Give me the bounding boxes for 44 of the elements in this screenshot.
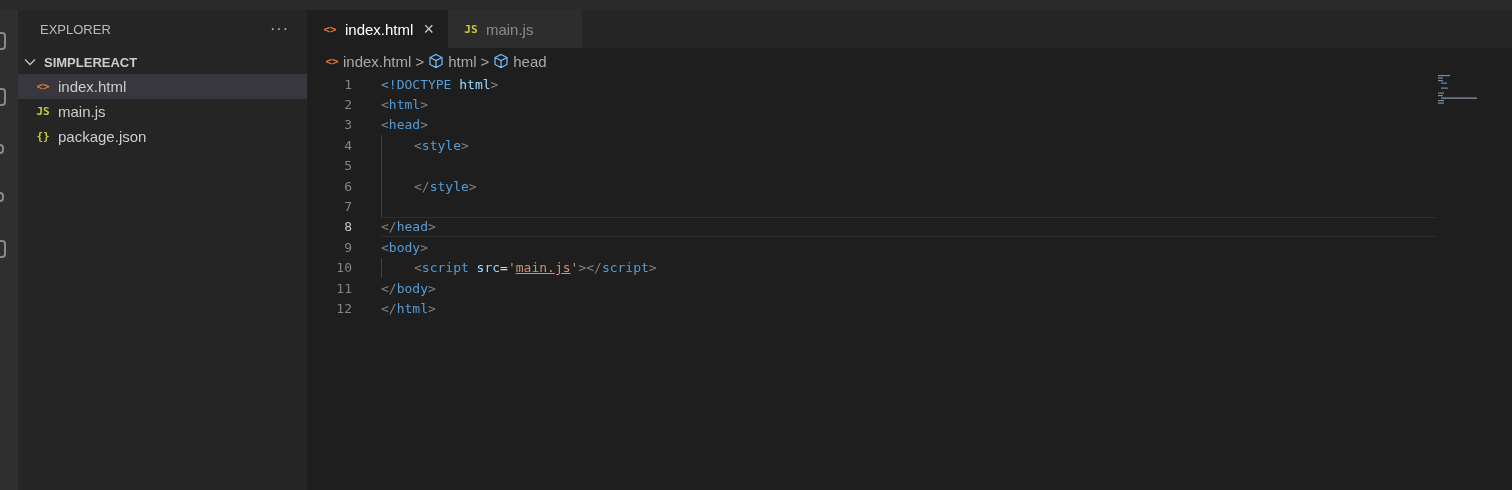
cube-icon: [428, 53, 445, 69]
file-item[interactable]: {} package.json: [18, 124, 307, 149]
code-line: </style>: [414, 178, 477, 194]
breadcrumb-separator: >: [480, 52, 490, 70]
breadcrumb-item[interactable]: head: [493, 52, 547, 70]
code-line: </head>: [381, 219, 436, 235]
panel-title: EXPLORER: [40, 21, 111, 37]
editor-tab[interactable]: <> index.html ×: [307, 10, 448, 48]
line-number: 10: [335, 260, 352, 276]
file-item[interactable]: JS main.js: [18, 99, 307, 124]
line-number: 2: [343, 97, 352, 113]
code-line: <body>: [381, 239, 428, 255]
code-line: <!DOCTYPE html>: [381, 76, 499, 92]
line-number: 3: [343, 117, 352, 133]
line-number: 9: [343, 239, 352, 255]
cropped-icon[interactable]: [0, 144, 4, 154]
line-number: 11: [335, 280, 352, 296]
line-number: 12: [335, 301, 352, 316]
cropped-icon[interactable]: [0, 88, 6, 106]
breadcrumb-separator: >: [415, 52, 425, 70]
cropped-icon[interactable]: [0, 240, 6, 258]
folder-item[interactable]: SIMPLEREACT: [18, 50, 307, 74]
line-number: 7: [343, 199, 352, 215]
breadcrumb-item[interactable]: html: [428, 52, 477, 70]
line-number: 1: [343, 76, 352, 92]
code-line: <html>: [381, 97, 428, 113]
more-actions-button[interactable]: ···: [270, 20, 289, 38]
line-number: 4: [343, 137, 352, 153]
cropped-icon[interactable]: [0, 32, 6, 50]
code-line: <style>: [414, 137, 469, 153]
code-line: </body>: [381, 280, 436, 296]
breadcrumb-item[interactable]: <> index.html: [325, 52, 412, 70]
line-number: 6: [343, 178, 352, 194]
editor-tab[interactable]: JS main.js: [447, 10, 582, 48]
cropped-icon[interactable]: [0, 192, 4, 202]
code-line: <script src='main.js'></script>: [414, 260, 657, 276]
minimap-drawing[interactable]: [1436, 75, 1480, 105]
code-line: <head>: [381, 117, 428, 133]
cube-icon: [493, 53, 510, 69]
line-number: 5: [343, 158, 352, 174]
code-line: </html>: [381, 301, 436, 316]
close-button[interactable]: ×: [423, 18, 434, 40]
file-item[interactable]: <> index.html: [18, 74, 307, 99]
line-number: 8: [343, 219, 352, 235]
